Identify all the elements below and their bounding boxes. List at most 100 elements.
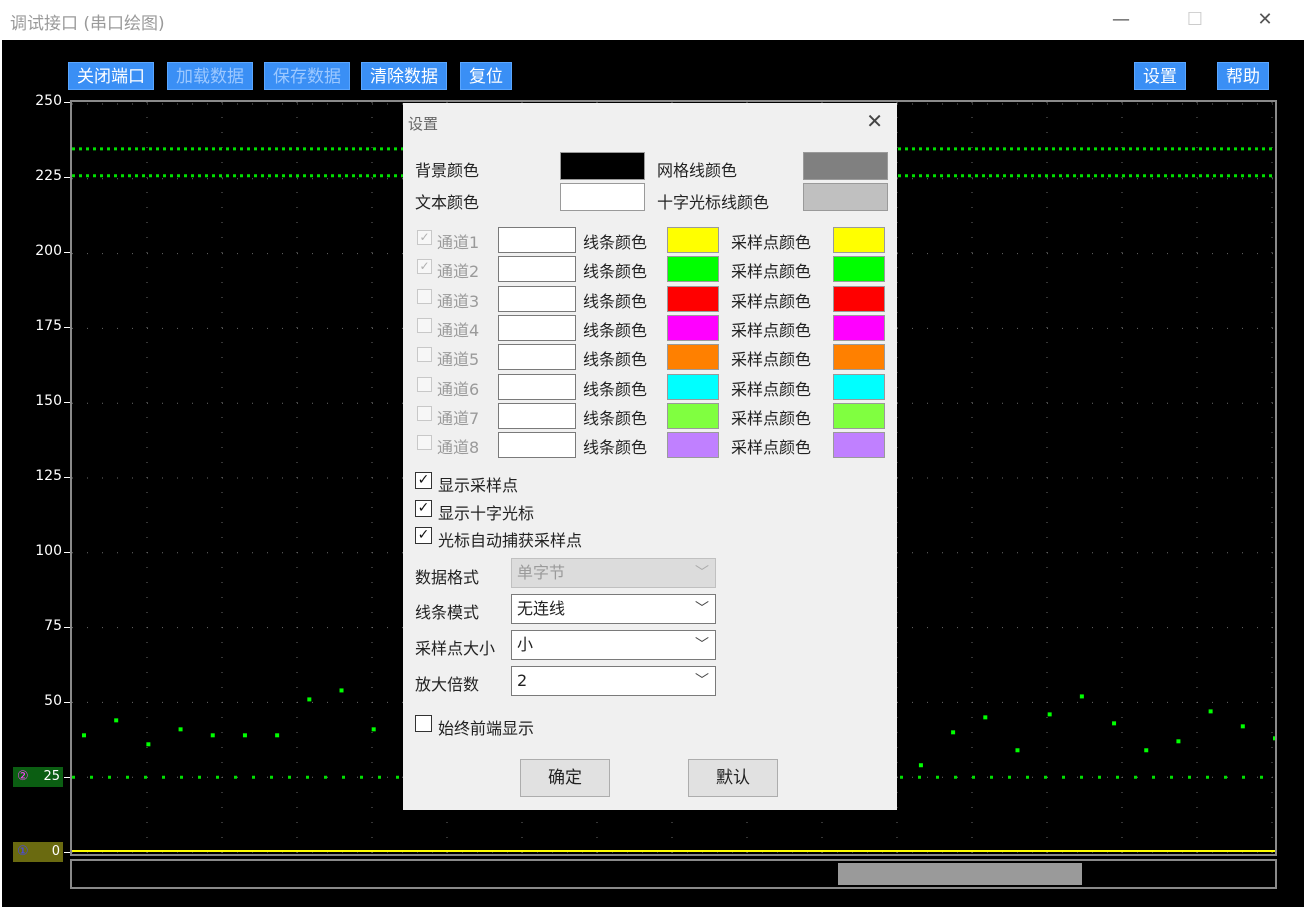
dialog-close-icon[interactable]: ✕ <box>866 109 883 133</box>
point-size-select[interactable]: 小 ﹀ <box>511 630 716 660</box>
point-color-label: 采样点颜色 <box>731 233 812 252</box>
settings-dialog: 设置 ✕ 背景颜色 网格线颜色 文本颜色 十字光标线颜色 ✓ 通道1 线条颜色 采样点… <box>403 103 897 810</box>
reset-button[interactable]: 复位 <box>460 62 512 90</box>
line-color-swatch[interactable] <box>667 373 719 400</box>
line-color-swatch[interactable] <box>667 256 719 283</box>
show-cross-label: 显示十字光标 <box>438 504 535 523</box>
minimize-icon[interactable]: — <box>1098 0 1144 40</box>
line-color-label: 线条颜色 <box>583 320 648 340</box>
line-color-swatch[interactable] <box>667 227 719 253</box>
bg-color-label: 背景颜色 <box>415 161 480 180</box>
data-format-value: 单字节 <box>517 563 566 582</box>
line-mode-select[interactable]: 无连线 ﹀ <box>511 594 716 624</box>
scroll-thumb[interactable] <box>838 863 1082 885</box>
grid-color-swatch[interactable] <box>803 152 888 180</box>
show-points-checkbox[interactable]: ✓ <box>415 472 432 489</box>
point-color-swatch[interactable] <box>833 227 885 253</box>
help-button[interactable]: 帮助 <box>1217 62 1269 90</box>
channel-name-input[interactable] <box>498 285 576 312</box>
channel-name-input[interactable] <box>498 432 576 459</box>
point-color-swatch[interactable] <box>833 285 885 312</box>
close-port-button[interactable]: 关闭端口 <box>68 62 154 90</box>
channel-label: 通道1 <box>437 233 480 252</box>
default-button[interactable]: 默认 <box>688 759 778 797</box>
line-color-label: 线条颜色 <box>583 350 648 370</box>
channel-name-input[interactable] <box>498 256 576 283</box>
line-color-swatch[interactable] <box>667 402 719 429</box>
channel-name-input[interactable] <box>498 227 576 253</box>
channel2-sample-point <box>1047 712 1052 717</box>
channel2-sample-point <box>951 730 956 735</box>
point-color-swatch[interactable] <box>833 373 885 400</box>
channel-checkbox[interactable] <box>417 405 432 421</box>
point-color-label: 采样点颜色 <box>731 291 812 311</box>
point-color-swatch[interactable] <box>833 432 885 459</box>
y-tick-label: 125 <box>35 468 62 484</box>
line-color-label: 线条颜色 <box>583 438 648 458</box>
save-data-button[interactable]: 保存数据 <box>264 62 350 90</box>
line-color-swatch[interactable] <box>667 432 719 459</box>
y-tick-label: 75 <box>44 618 62 634</box>
text-color-swatch[interactable] <box>560 183 645 211</box>
channel-checkbox[interactable] <box>417 347 432 363</box>
channel2-sample-point <box>82 733 86 738</box>
dialog-title: 设置 <box>408 115 439 133</box>
point-color-swatch[interactable] <box>833 402 885 429</box>
line-color-swatch[interactable] <box>667 314 719 341</box>
chevron-down-icon: ﹀ <box>695 565 709 581</box>
point-color-label: 采样点颜色 <box>731 262 812 282</box>
channel-checkbox[interactable] <box>417 435 432 451</box>
channel2-sample-point <box>178 727 183 732</box>
y-tick-label: 175 <box>35 318 62 334</box>
point-color-swatch[interactable] <box>833 256 885 283</box>
horizontal-scrollbar[interactable] <box>70 859 1277 889</box>
channel2-sample-point <box>1079 694 1084 699</box>
channel-checkbox[interactable] <box>417 288 432 304</box>
line-color-swatch[interactable] <box>667 344 719 371</box>
channel2-sample-point <box>1176 739 1181 744</box>
maximize-icon[interactable]: ☐ <box>1172 0 1218 40</box>
channel-number-icon: ② <box>17 769 29 784</box>
channel-checkbox[interactable] <box>417 376 432 392</box>
zoom-select[interactable]: 2 ﹀ <box>511 666 716 696</box>
ok-button[interactable]: 确定 <box>520 759 610 797</box>
point-color-label: 采样点颜色 <box>731 320 812 340</box>
channel-name-input[interactable] <box>498 314 576 341</box>
channel-name-input[interactable] <box>498 373 576 400</box>
auto-snap-label: 光标自动捕获采样点 <box>438 531 583 550</box>
channel2-sample-point <box>242 733 247 738</box>
data-format-label: 数据格式 <box>415 568 480 587</box>
channel-checkbox[interactable]: ✓ <box>417 230 432 245</box>
point-color-swatch[interactable] <box>833 314 885 341</box>
channel-name-input[interactable] <box>498 402 576 429</box>
clear-data-button[interactable]: 清除数据 <box>361 62 447 90</box>
channel2-sample-point <box>1015 748 1020 753</box>
channel-checkbox[interactable]: ✓ <box>417 259 432 275</box>
channel-label: 通道3 <box>437 291 480 311</box>
auto-snap-checkbox[interactable]: ✓ <box>415 527 432 544</box>
point-color-label: 采样点颜色 <box>731 350 812 370</box>
y-tick-label: 225 <box>35 168 62 184</box>
bg-color-swatch[interactable] <box>560 152 645 180</box>
show-cross-checkbox[interactable]: ✓ <box>415 500 432 517</box>
show-points-label: 显示采样点 <box>438 476 519 495</box>
channel-badge-value: 0 <box>51 844 60 859</box>
close-icon[interactable]: ✕ <box>1242 0 1288 40</box>
point-size-value: 小 <box>517 635 534 654</box>
channel-name-input[interactable] <box>498 344 576 371</box>
data-format-select[interactable]: 单字节 ﹀ <box>511 558 716 588</box>
title-bar: 调试接口 (串口绘图) — ☐ ✕ <box>2 0 1304 40</box>
line-color-swatch[interactable] <box>667 285 719 312</box>
channel2-sample-point <box>210 733 215 738</box>
always-on-top-checkbox[interactable] <box>415 715 432 732</box>
channel2-sample-point <box>1208 709 1213 714</box>
y-tick-label: 50 <box>44 693 62 709</box>
point-color-swatch[interactable] <box>833 344 885 371</box>
chevron-down-icon: ﹀ <box>695 601 709 617</box>
cross-color-swatch[interactable] <box>803 183 888 211</box>
y-tick-label: 100 <box>35 543 62 559</box>
channel-label: 通道2 <box>437 262 480 282</box>
settings-button[interactable]: 设置 <box>1134 62 1186 90</box>
load-data-button[interactable]: 加载数据 <box>167 62 253 90</box>
channel-checkbox[interactable] <box>417 317 432 333</box>
